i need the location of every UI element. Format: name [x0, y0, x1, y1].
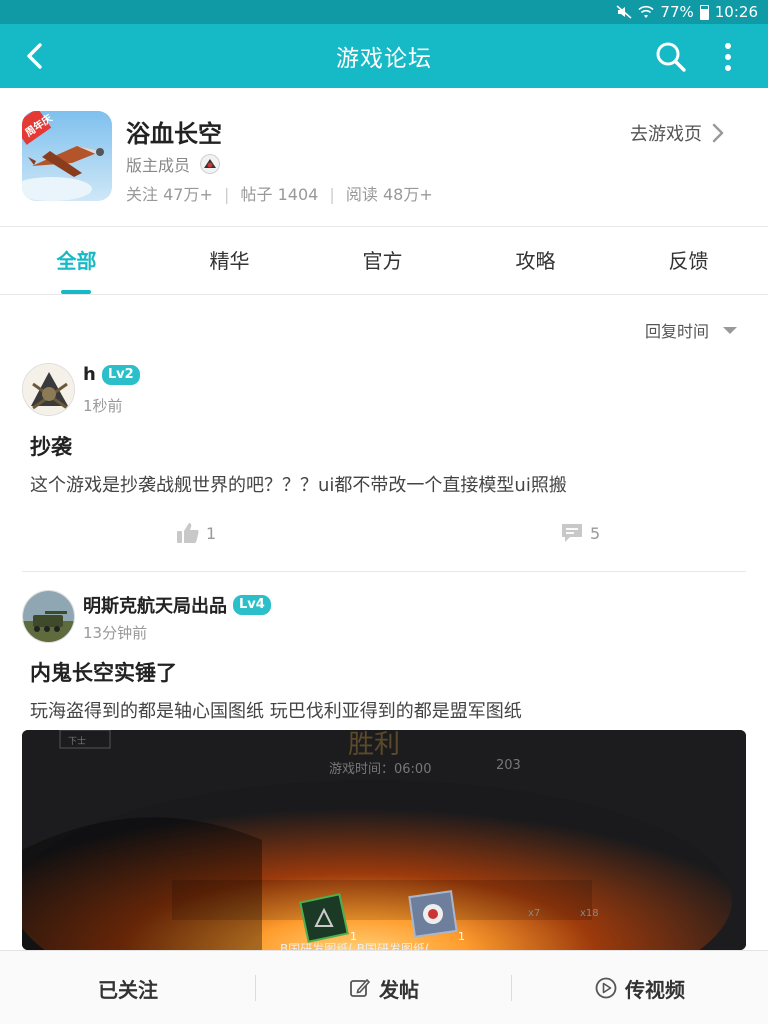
bottom-action-bar: 已关注 发帖 传视频 [0, 950, 768, 1024]
author-name[interactable]: h [83, 364, 96, 385]
tab-label: 攻略 [515, 249, 556, 273]
role-label: 版主成员 [126, 156, 191, 175]
stat-follow-value: 47万+ [163, 185, 213, 204]
stat-posts-value: 1404 [277, 185, 319, 204]
level-badge: Lv4 [233, 595, 271, 615]
post-body: 玩海盗得到的都是轴心国图纸 玩巴伐利亚得到的都是盟军图纸 [30, 701, 522, 722]
new-post-label: 发帖 [379, 977, 419, 1002]
play-circle-icon [595, 977, 617, 999]
search-icon[interactable] [654, 40, 688, 74]
game-logo[interactable]: 周年庆 [22, 111, 112, 201]
moderator-avatar [200, 154, 221, 174]
comment-button[interactable]: 5 [560, 522, 600, 544]
reward-item-green [299, 893, 349, 943]
game-header: 周年庆 浴血长空 版主成员 关注 47万+ | 帖子 1404 | 阅读 48万… [0, 88, 768, 226]
sort-dropdown[interactable]: 回复时间 [645, 318, 738, 342]
divider [22, 571, 746, 572]
tab-all[interactable]: 全部 [0, 227, 153, 295]
author-name[interactable]: 明斯克航天局出品 [83, 592, 227, 618]
divider [0, 294, 768, 295]
sort-label: 回复时间 [645, 322, 710, 341]
edit-icon [350, 978, 371, 997]
stat-reads-value: 48万+ [382, 185, 433, 204]
post-time: 13分钟前 [83, 624, 148, 642]
new-post-button[interactable]: 发帖 [256, 951, 512, 1024]
follow-label: 已关注 [98, 977, 158, 1002]
tab-feedback[interactable]: 反馈 [612, 227, 765, 295]
level-badge: Lv2 [101, 364, 140, 385]
tab-official[interactable]: 官方 [306, 227, 459, 295]
status-bar: 77% 10:26 [0, 0, 768, 24]
game-stats: 关注 47万+ | 帖子 1404 | 阅读 48万+ [126, 181, 433, 205]
item-count: 1 [458, 930, 465, 943]
thumbs-up-icon [177, 523, 199, 543]
author-avatar[interactable] [22, 363, 75, 416]
goto-label: 去游戏页 [630, 124, 702, 145]
tab-label: 反馈 [668, 249, 709, 273]
chevron-right-icon [712, 123, 724, 143]
mute-icon [616, 5, 632, 19]
tab-label: 官方 [362, 249, 403, 273]
comment-icon [562, 524, 582, 542]
like-button[interactable]: 1 [176, 522, 216, 544]
post-body: 这个游戏是抄袭战舰世界的吧？？？ui都不带改一个直接模型ui照搬 [30, 475, 567, 496]
post-title: 内鬼长空实锤了 [30, 661, 177, 685]
stat-separator: | [329, 185, 335, 204]
stat-follow-label: 关注 [126, 185, 159, 204]
post-image[interactable]: 下士 胜利 游戏时间：06:00 203 x7 x18 1 1 B国研发图纸( … [22, 730, 746, 950]
page-title: 游戏论坛 [336, 46, 432, 72]
stat-posts-label: 帖子 [240, 185, 273, 204]
score-text: 203 [496, 758, 521, 773]
author-row: 明斯克航天局出品 Lv4 [83, 592, 271, 618]
post-time: 1秒前 [83, 397, 123, 415]
follow-button[interactable]: 已关注 [0, 951, 256, 1024]
reward-text: B国研发图纸( B国研发图纸( [280, 942, 430, 950]
tab-label: 全部 [56, 249, 97, 273]
avatar-image [23, 364, 74, 415]
comment-count: 5 [590, 523, 601, 543]
author-row: h Lv2 [83, 364, 140, 385]
tab-label: 精华 [209, 249, 250, 273]
tab-bar: 全部 精华 官方 攻略 反馈 [0, 227, 768, 295]
upload-video-button[interactable]: 传视频 [512, 951, 768, 1024]
multiplier-text: x18 [580, 908, 599, 919]
upload-video-label: 传视频 [625, 977, 685, 1002]
app-bar: 游戏论坛 [0, 24, 768, 88]
post-title: 抄袭 [30, 435, 72, 459]
caret-down-icon [723, 326, 738, 334]
multiplier-text: x7 [528, 908, 541, 919]
battery-icon [699, 4, 709, 20]
battery-percent: 77% [660, 3, 694, 21]
reward-item-blue [408, 890, 458, 938]
like-count: 1 [206, 523, 217, 543]
stat-reads-label: 阅读 [345, 185, 378, 204]
stat-separator: | [223, 185, 230, 204]
role-row: 版主成员 [126, 152, 221, 176]
wifi-icon [638, 5, 654, 18]
avatar-image [23, 591, 74, 642]
tab-guides[interactable]: 攻略 [459, 227, 612, 295]
rank-text: 下士 [68, 737, 87, 747]
author-avatar[interactable] [22, 590, 75, 643]
clock: 10:26 [714, 3, 758, 21]
victory-text: 胜利 [348, 730, 401, 760]
game-name: 浴血长空 [126, 120, 222, 148]
tab-featured[interactable]: 精华 [153, 227, 306, 295]
goto-game-page-link[interactable]: 去游戏页 [630, 120, 724, 146]
more-vertical-icon[interactable] [716, 40, 740, 74]
game-time-text: 游戏时间：06:00 [329, 762, 432, 777]
